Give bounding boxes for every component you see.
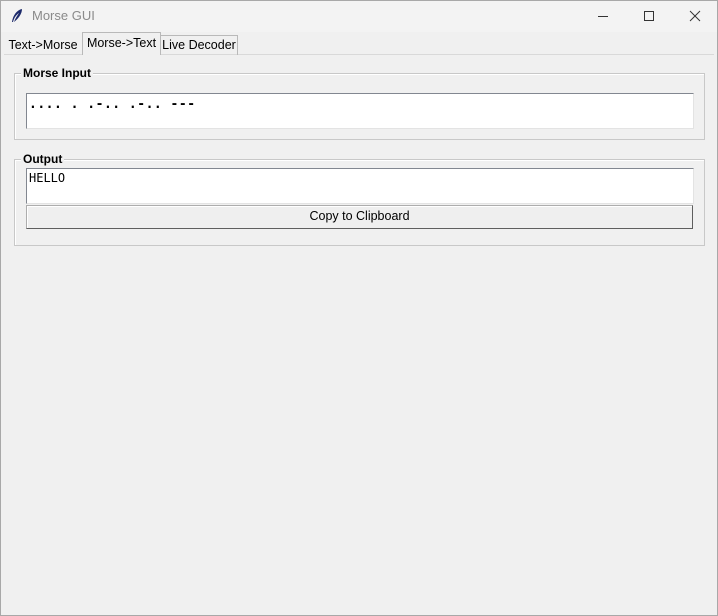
maximize-button[interactable] bbox=[626, 1, 672, 32]
close-icon bbox=[689, 10, 701, 22]
tab-live-decoder[interactable]: Live Decoder bbox=[161, 35, 238, 55]
window-title: Morse GUI bbox=[32, 8, 95, 23]
output-label: Output bbox=[21, 151, 65, 167]
app-window: Morse GUI Text->Morse Morse->Text Live D… bbox=[0, 0, 718, 616]
copy-to-clipboard-button[interactable]: Copy to Clipboard bbox=[26, 205, 693, 229]
morse-input-label: Morse Input bbox=[21, 65, 93, 81]
morse-input-field[interactable]: .... . .-.. .-.. --- bbox=[26, 93, 694, 129]
maximize-icon bbox=[644, 11, 654, 21]
minimize-button[interactable] bbox=[580, 1, 626, 32]
tab-morse-to-text[interactable]: Morse->Text bbox=[82, 32, 161, 55]
close-button[interactable] bbox=[672, 1, 718, 32]
output-group: Output HELLO Copy to Clipboard bbox=[14, 151, 705, 246]
tab-text-to-morse[interactable]: Text->Morse bbox=[4, 36, 82, 55]
morse-input-group: Morse Input .... . .-.. .-.. --- bbox=[14, 65, 705, 140]
feather-icon bbox=[10, 8, 24, 24]
output-field[interactable]: HELLO bbox=[26, 168, 694, 204]
minimize-icon bbox=[598, 16, 608, 17]
title-bar[interactable]: Morse GUI bbox=[1, 1, 717, 32]
